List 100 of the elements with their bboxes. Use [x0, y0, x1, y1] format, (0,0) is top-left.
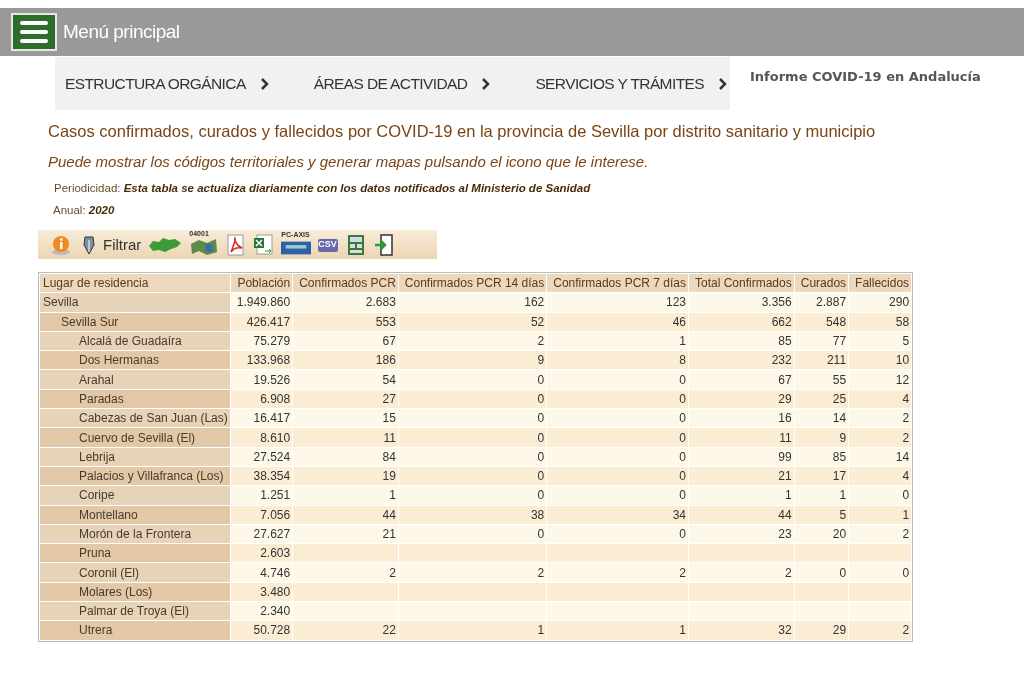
table-cell: 27 [293, 389, 398, 409]
table-cell: 1 [689, 486, 794, 505]
section-title: Informe COVID-19 en Andalucía [750, 69, 981, 84]
table-cell: 0 [849, 563, 912, 582]
place-cell: Cabezas de San Juan (Las) [40, 409, 230, 428]
table-cell: 75.279 [230, 331, 293, 351]
table-cell: 0 [794, 563, 849, 582]
table-cell: 548 [794, 312, 849, 331]
table-cell: 19 [293, 466, 398, 486]
meta-line: Periodicidad: Esta tabla se actualiza diariamente con los datos notificados al Ministerio de Sanidad [54, 182, 592, 194]
table-cell: 29 [794, 621, 849, 640]
page-title: Casos confirmados, curados y fallecidos por COVID-19 en la provincia de Sevilla por distrito sanitario y municipio [48, 122, 877, 141]
table-cell: 553 [293, 312, 398, 331]
table-cell: 34 [547, 505, 688, 524]
place-cell: Alcalá de Guadaíra [40, 331, 230, 351]
table-cell: 662 [689, 312, 794, 331]
column-header: Curados [794, 274, 849, 293]
table-cell: 0 [547, 409, 688, 428]
table-cell: 0 [398, 524, 547, 544]
table-cell: 2 [849, 409, 912, 428]
column-header: Lugar de residencia [40, 274, 230, 293]
table-cell: 0 [849, 486, 912, 505]
place-cell: Utrera [40, 621, 230, 640]
table-cell: 5 [794, 505, 849, 524]
table-cell: 2 [849, 428, 912, 447]
table-cell: 6.908 [230, 389, 293, 409]
table-cell: 23 [689, 524, 794, 544]
table-cell: 16 [689, 409, 794, 428]
table-cell: 27.627 [230, 524, 293, 544]
table-cell: 17 [794, 466, 849, 486]
table-cell: 5 [849, 331, 912, 351]
place-cell: Palacios y Villafranca (Los) [40, 466, 230, 486]
table-cell: 8 [547, 351, 688, 370]
column-header: Confirmados PCR 14 días [398, 274, 547, 293]
table-cell: 44 [689, 505, 794, 524]
table-cell: 232 [689, 351, 794, 370]
place-cell: Arahal [40, 370, 230, 389]
table-cell: 14 [794, 409, 849, 428]
table-cell: 4 [849, 466, 912, 486]
place-cell: Palmar de Troya (El) [40, 602, 230, 621]
table-cell: 1.949.860 [230, 293, 293, 312]
table-cell: 3.480 [230, 582, 293, 602]
place-cell: Pruna [40, 544, 230, 563]
table-cell: 1 [547, 621, 688, 640]
table-cell: 19.526 [230, 370, 293, 389]
table-cell: 1 [293, 486, 398, 505]
place-cell: Sevilla [40, 293, 230, 312]
table-cell: 2.340 [230, 602, 293, 621]
table-cell: 54 [293, 370, 398, 389]
table-cell: 67 [689, 370, 794, 389]
table-cell: 133.968 [230, 351, 293, 370]
table-cell: 9 [794, 428, 849, 447]
table-cell: 426.417 [230, 312, 293, 331]
table-cell: 2 [547, 563, 688, 582]
table-cell: 55 [794, 370, 849, 389]
table-cell: 14 [849, 447, 912, 466]
table-cell: 16.417 [230, 409, 293, 428]
table-cell: 2.603 [230, 544, 293, 563]
table-cell: 1.251 [230, 486, 293, 505]
place-cell: Lebrija [40, 447, 230, 466]
table-cell: 0 [547, 524, 688, 544]
table-cell: 77 [794, 331, 849, 351]
table-cell: 85 [794, 447, 849, 466]
table-cell: 2 [398, 563, 547, 582]
nav-link[interactable]: ÁREAS DE ACTIVIDAD [303, 74, 492, 93]
table-cell: 0 [547, 466, 688, 486]
column-header: Fallecidos [849, 274, 912, 293]
nav-link[interactable]: ESTRUCTURA ORGÁNICA [55, 74, 270, 93]
table-cell: 0 [398, 370, 547, 389]
place-cell: Dos Hermanas [40, 351, 230, 370]
table-cell: 1 [398, 621, 547, 640]
place-cell: Coronil (El) [40, 563, 230, 582]
table-cell: 123 [547, 293, 688, 312]
table-cell: 0 [547, 428, 688, 447]
nav-link[interactable]: SERVICIOS Y TRÁMITES [525, 74, 728, 93]
table-cell: 12 [849, 370, 912, 389]
table-cell: 1 [849, 505, 912, 524]
place-cell: Coripe [40, 486, 230, 505]
table-cell: 22 [293, 621, 398, 640]
column-header: Confirmados PCR [293, 274, 398, 293]
table-cell: 2 [849, 621, 912, 640]
table-cell: 52 [398, 312, 547, 331]
table-cell: 58 [849, 312, 912, 331]
table-cell: 10 [849, 351, 912, 370]
table-cell: 0 [547, 486, 688, 505]
table-cell: 162 [398, 293, 547, 312]
table-cell: 2 [398, 331, 547, 351]
table-cell: 7.056 [230, 505, 293, 524]
table-cell: 46 [547, 312, 688, 331]
place-cell: Paradas [40, 389, 230, 409]
place-cell: Montellano [40, 505, 230, 524]
place-cell: Sevilla Sur [40, 312, 230, 331]
table-cell: 0 [398, 389, 547, 409]
column-header: Total Confirmados [689, 274, 794, 293]
table-cell: 11 [689, 428, 794, 447]
page-subtitle: Puede mostrar los códigos territoriales y generar mapas pulsando el icono que le interese. [48, 153, 650, 170]
place-cell: Cuervo de Sevilla (El) [40, 428, 230, 447]
table-cell: 84 [293, 447, 398, 466]
filter-button[interactable]: Filtrar [78, 233, 142, 256]
table-cell: 2 [293, 563, 398, 582]
